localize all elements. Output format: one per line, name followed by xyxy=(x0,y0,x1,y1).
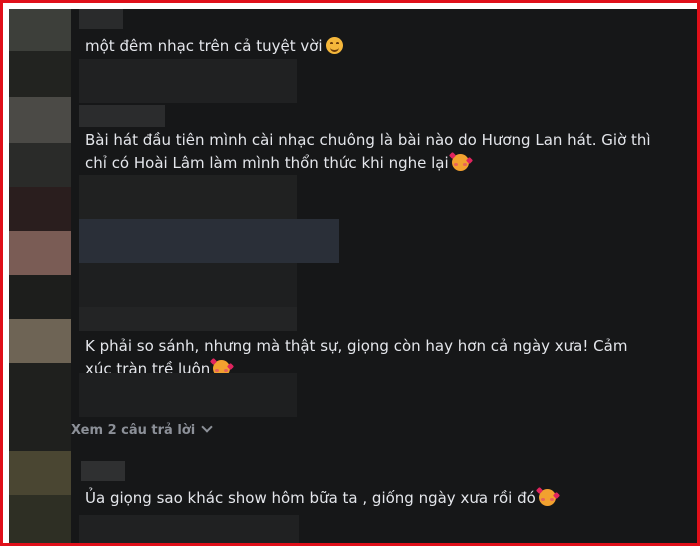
smiling-face-icon xyxy=(325,37,343,54)
comment-actions-blur[interactable] xyxy=(79,515,299,543)
comment-text: Bài hát đầu tiên mình cài nhạc chuông là… xyxy=(85,129,675,175)
comment-body: một đêm nhạc trên cả tuyệt vời xyxy=(85,37,323,55)
chevron-down-icon xyxy=(201,421,213,433)
avatar[interactable] xyxy=(9,319,71,363)
avatar xyxy=(9,51,71,97)
comment-text: Ủa giọng sao khác show hôm bữa ta , giốn… xyxy=(85,486,560,510)
screenshot-frame: một đêm nhạc trên cả tuyệt vời Bài hát đ… xyxy=(0,0,700,546)
comment-thread: một đêm nhạc trên cả tuyệt vời Bài hát đ… xyxy=(9,9,697,543)
comment-body: Ủa giọng sao khác show hôm bữa ta , giốn… xyxy=(85,489,536,507)
avatar[interactable] xyxy=(9,231,71,275)
view-replies-label: Xem 2 câu trả lời xyxy=(71,423,196,438)
commenter-name-blur[interactable] xyxy=(79,307,297,331)
avatar xyxy=(9,495,71,543)
avatar[interactable] xyxy=(9,97,71,143)
avatar xyxy=(9,275,71,319)
avatar xyxy=(9,187,71,231)
comment-text: một đêm nhạc trên cả tuyệt vời xyxy=(85,35,343,58)
commenter-name-blur[interactable] xyxy=(81,461,125,481)
comment-body: Bài hát đầu tiên mình cài nhạc chuông là… xyxy=(85,131,651,172)
comment-body: K phải so sánh, nhưng mà thật sự, giọng … xyxy=(85,337,628,378)
smiling-face-with-hearts-icon xyxy=(448,151,473,171)
avatar xyxy=(9,363,71,451)
media-blur xyxy=(79,263,297,307)
comment-actions-blur[interactable] xyxy=(79,59,297,103)
view-replies-button[interactable]: Xem 2 câu trả lời xyxy=(71,421,213,438)
smiling-face-with-hearts-icon xyxy=(535,486,560,506)
commenter-name-blur[interactable] xyxy=(79,9,123,29)
comment-actions-blur[interactable] xyxy=(79,373,297,417)
comment-actions-blur[interactable] xyxy=(79,175,297,219)
avatar[interactable] xyxy=(9,451,71,495)
avatar xyxy=(9,143,71,187)
media-blur[interactable] xyxy=(79,219,339,263)
avatar[interactable] xyxy=(9,9,71,51)
commenter-name-blur[interactable] xyxy=(79,105,165,127)
